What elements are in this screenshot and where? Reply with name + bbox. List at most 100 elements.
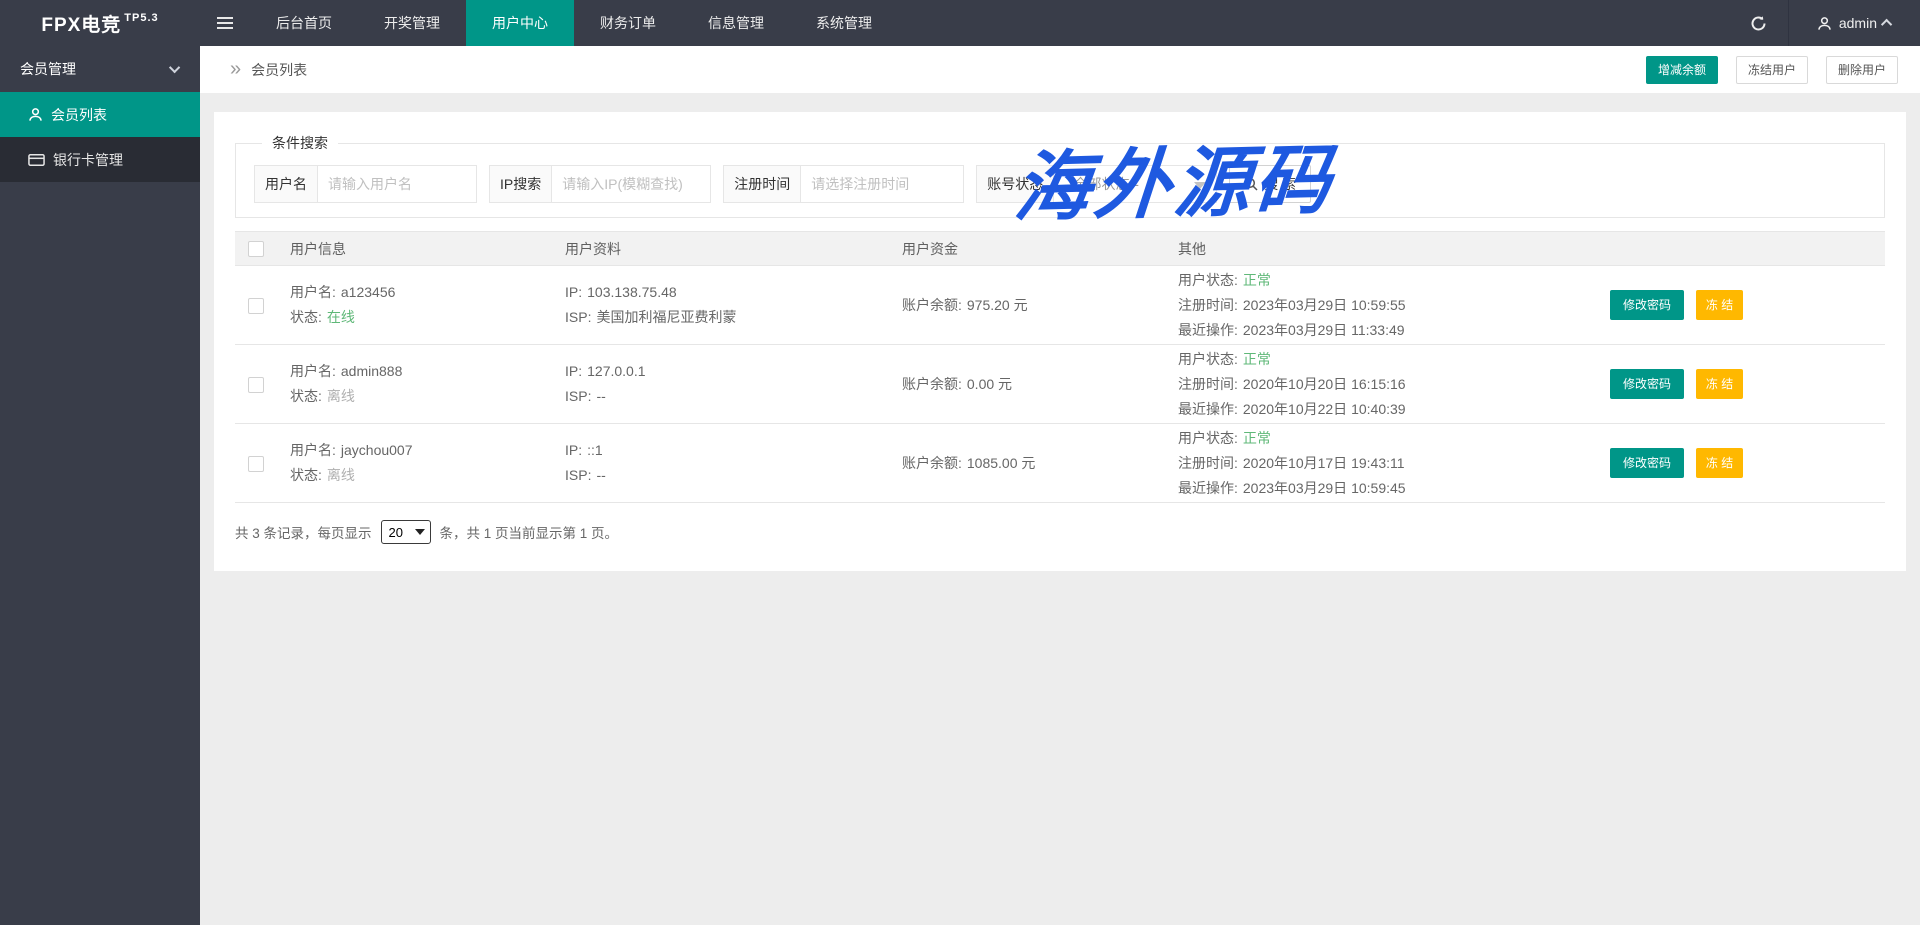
main-area: » 会员列表 增减余额 冻结用户 删除用户 条件搜索 用户名 IP搜索 注册时间 xyxy=(200,46,1920,925)
row-checkbox[interactable] xyxy=(248,456,264,472)
isp-label: ISP: xyxy=(565,309,591,325)
username-filter-label: 用户名 xyxy=(255,166,318,202)
table-row: 用户名:jaychou007 状态:离线 IP:::1 ISP:-- xyxy=(235,424,1885,503)
topbar-nav-item[interactable]: 后台首页 xyxy=(250,0,358,46)
hamburger-icon xyxy=(217,17,233,29)
search-filters: 用户名 IP搜索 注册时间 账号状态 --全部状态-- xyxy=(254,165,1869,203)
last-operation-value: 2023年03月29日 10:59:45 xyxy=(1243,480,1406,496)
user-icon xyxy=(28,107,43,122)
column-header-user-data: 用户资料 xyxy=(565,239,902,259)
account-status-label: 用户状态: xyxy=(1178,351,1238,367)
cell-user-info: 用户名:a123456 状态:在线 xyxy=(290,280,565,330)
online-status-badge: 离线 xyxy=(327,467,355,483)
balance-label: 账户余额: xyxy=(902,297,962,313)
bank-card-icon xyxy=(28,153,45,167)
delete-user-button[interactable]: 删除用户 xyxy=(1826,56,1898,84)
account-status-select[interactable]: --全部状态-- xyxy=(1054,166,1216,202)
regtime-filter-label: 注册时间 xyxy=(724,166,801,202)
regtime-filter-group: 注册时间 xyxy=(723,165,964,203)
sidebar-group-label: 会员管理 xyxy=(20,59,76,79)
topbar-nav-item[interactable]: 财务订单 xyxy=(574,0,682,46)
app-version-badge: TP5.3 xyxy=(124,12,158,24)
ip-label: IP: xyxy=(565,363,582,379)
register-time-value: 2023年03月29日 10:59:55 xyxy=(1243,297,1406,313)
isp-label: ISP: xyxy=(565,467,591,483)
balance-value: 1085.00 元 xyxy=(967,455,1036,471)
change-password-button[interactable]: 修改密码 xyxy=(1610,369,1684,399)
topbar-nav-item[interactable]: 用户中心 xyxy=(466,0,574,46)
topbar-nav: 后台首页 开奖管理 用户中心 财务订单 信息管理 系统管理 xyxy=(250,0,898,46)
register-time-input[interactable] xyxy=(801,166,963,202)
topbar-nav-item[interactable]: 系统管理 xyxy=(790,0,898,46)
search-legend: 条件搜索 xyxy=(262,133,338,153)
username-input[interactable] xyxy=(318,166,476,202)
topbar-right: admin xyxy=(1730,0,1920,46)
cell-actions: 修改密码 冻 结 xyxy=(1585,448,1885,478)
row-checkbox[interactable] xyxy=(248,298,264,314)
ip-value: 103.138.75.48 xyxy=(587,284,677,300)
sidebar-group-member-management[interactable]: 会员管理 xyxy=(0,46,200,92)
balance-value: 975.20 元 xyxy=(967,297,1028,313)
refresh-button[interactable] xyxy=(1730,0,1788,46)
username-label: 用户名: xyxy=(290,284,336,300)
change-password-button[interactable]: 修改密码 xyxy=(1610,448,1684,478)
isp-value: -- xyxy=(596,467,605,483)
table-row: 用户名:a123456 状态:在线 IP:103.138.75.48 ISP:美… xyxy=(235,266,1885,345)
table-header: 用户信息 用户资料 用户资金 其他 xyxy=(235,232,1885,266)
status-label: 状态: xyxy=(290,388,322,404)
ip-label: IP: xyxy=(565,284,582,300)
menu-collapse-button[interactable] xyxy=(200,0,250,46)
select-all-checkbox[interactable] xyxy=(248,241,264,257)
topbar-nav-label: 财务订单 xyxy=(600,13,656,33)
cell-user-data: IP:127.0.0.1 ISP:-- xyxy=(565,359,902,409)
topbar-nav-item[interactable]: 信息管理 xyxy=(682,0,790,46)
balance-value: 0.00 元 xyxy=(967,376,1012,392)
account-status-badge: 正常 xyxy=(1243,430,1271,446)
register-time-value: 2020年10月17日 19:43:11 xyxy=(1243,455,1405,471)
last-operation-label: 最近操作: xyxy=(1178,401,1238,417)
cell-user-info: 用户名:jaychou007 状态:离线 xyxy=(290,438,565,488)
username-value: jaychou007 xyxy=(341,442,413,458)
app-logo: FPX电竞 TP5.3 xyxy=(0,0,200,46)
cell-actions: 修改密码 冻 结 xyxy=(1585,369,1885,399)
ip-search-input[interactable] xyxy=(552,166,710,202)
change-password-button[interactable]: 修改密码 xyxy=(1610,290,1684,320)
register-time-label: 注册时间: xyxy=(1178,455,1238,471)
app-logo-text: FPX电竞 xyxy=(41,10,121,37)
content-card: 条件搜索 用户名 IP搜索 注册时间 账号状态 xyxy=(214,112,1906,571)
freeze-button[interactable]: 冻 结 xyxy=(1696,448,1743,478)
chevron-down-icon xyxy=(169,62,180,73)
account-status-label: 用户状态: xyxy=(1178,272,1238,288)
column-header-other: 其他 xyxy=(1178,239,1585,259)
isp-value: -- xyxy=(596,388,605,404)
sidebar-item-bank-card-management[interactable]: 银行卡管理 xyxy=(0,137,200,182)
isp-label: ISP: xyxy=(565,388,591,404)
freeze-button[interactable]: 冻 结 xyxy=(1696,369,1743,399)
search-button[interactable]: 搜 索 xyxy=(1229,165,1311,203)
table-row: 用户名:admin888 状态:离线 IP:127.0.0.1 ISP:-- xyxy=(235,345,1885,424)
member-table: 用户信息 用户资料 用户资金 其他 用户名:a123456 状态:在线 xyxy=(235,231,1885,503)
sidebar: 会员管理 会员列表 银行卡管理 xyxy=(0,46,200,925)
freeze-button[interactable]: 冻 结 xyxy=(1696,290,1743,320)
cell-actions: 修改密码 冻 结 xyxy=(1585,290,1885,320)
cell-user-data: IP:103.138.75.48 ISP:美国加利福尼亚费利蒙 xyxy=(565,280,902,330)
ip-label: IP: xyxy=(565,442,582,458)
sidebar-item-member-list[interactable]: 会员列表 xyxy=(0,92,200,137)
breadcrumb-bar: » 会员列表 增减余额 冻结用户 删除用户 xyxy=(200,46,1920,93)
freeze-user-button[interactable]: 冻结用户 xyxy=(1736,56,1808,84)
cell-user-data: IP:::1 ISP:-- xyxy=(565,438,902,488)
cell-user-info: 用户名:admin888 状态:离线 xyxy=(290,359,565,409)
status-label: 状态: xyxy=(290,467,322,483)
search-icon xyxy=(1244,177,1258,191)
column-header-user-fund: 用户资金 xyxy=(902,239,1178,259)
add-balance-button[interactable]: 增减余额 xyxy=(1646,56,1718,84)
account-status-filter-group: 账号状态 --全部状态-- xyxy=(976,165,1217,203)
admin-name: admin xyxy=(1839,15,1877,31)
admin-menu[interactable]: admin xyxy=(1788,0,1920,46)
account-status-label: 用户状态: xyxy=(1178,430,1238,446)
account-status-badge: 正常 xyxy=(1243,351,1271,367)
row-checkbox[interactable] xyxy=(248,377,264,393)
per-page-select[interactable]: 20 xyxy=(381,520,431,544)
topbar-nav-item[interactable]: 开奖管理 xyxy=(358,0,466,46)
sidebar-item-label: 会员列表 xyxy=(51,105,107,125)
